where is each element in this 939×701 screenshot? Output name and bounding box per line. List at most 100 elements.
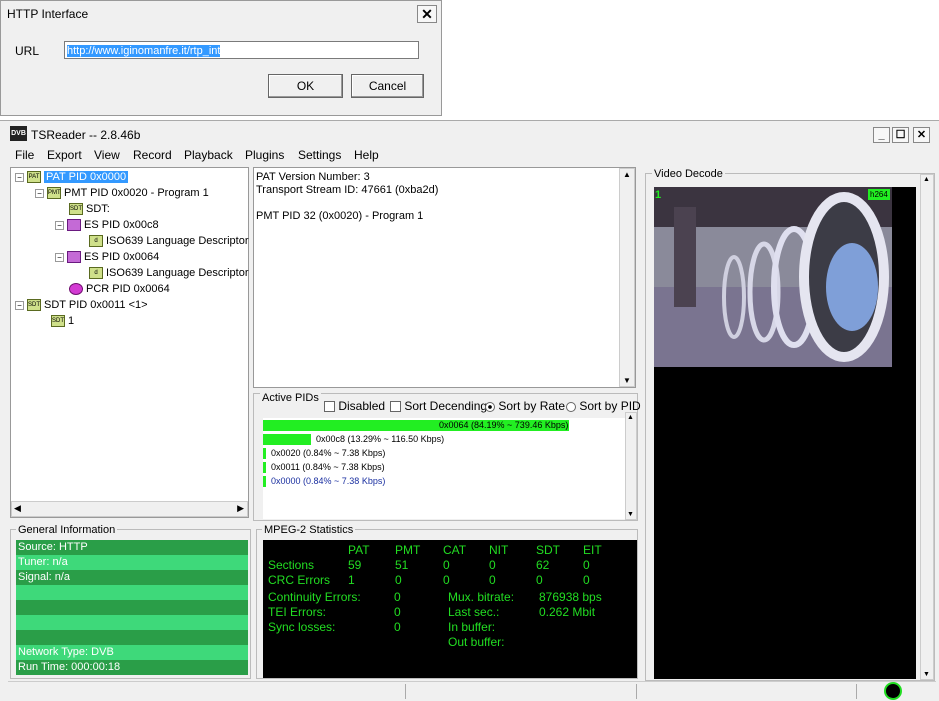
tree-label: PAT PID 0x0000 (44, 171, 129, 183)
sdt-icon: SDT (69, 203, 83, 216)
scroll-right-icon[interactable]: ▶ (237, 503, 244, 514)
mux-value: 876938 bps (539, 590, 602, 604)
sort-by-pid-radio[interactable]: Sort by PID (566, 399, 641, 413)
mux-label: Mux. bitrate: (448, 590, 515, 604)
scroll-down-icon[interactable]: ▼ (923, 671, 930, 678)
tei-value: 0 (394, 605, 401, 619)
video-area: 1 h264 (654, 187, 916, 679)
scroll-down-icon[interactable]: ▼ (623, 376, 631, 385)
crc-pat: 1 (348, 573, 355, 587)
pid-rate-0064: 0x0064 (84.19% ~ 739.46 Kbps) (439, 420, 569, 430)
tree-item-es-video[interactable]: − ES PID 0x00c8 (55, 219, 159, 232)
sort-descending-label: Sort Decending (404, 399, 488, 413)
blank-row (16, 615, 248, 630)
tree-item-pat[interactable]: − PAT PAT PID 0x0000 (15, 171, 129, 184)
cancel-button[interactable]: Cancel (351, 74, 424, 98)
pid-rate-0011: 0x0011 (0.84% ~ 7.38 Kbps) (271, 462, 385, 472)
crc-nit: 0 (489, 573, 496, 587)
source-row: Source: HTTP (16, 540, 248, 555)
disabled-checkbox[interactable]: Disabled (324, 399, 385, 413)
col-pmt: PMT (395, 543, 421, 557)
descriptor-icon: d (89, 267, 103, 280)
scroll-up-icon[interactable]: ▲ (923, 176, 930, 183)
maximize-button[interactable]: ☐ (892, 127, 909, 143)
menu-record[interactable]: Record (133, 148, 172, 162)
pid-bar-0020 (263, 448, 266, 459)
collapse-icon[interactable]: − (55, 252, 64, 262)
pid-rate-0020: 0x0020 (0.84% ~ 7.38 Kbps) (271, 448, 386, 458)
window-title: TSReader -- 2.8.46b (31, 128, 141, 142)
tree-label: SDT: (86, 203, 110, 215)
collapse-icon[interactable]: − (35, 188, 44, 198)
tree-item-pmt[interactable]: − PMT PMT PID 0x0020 - Program 1 (35, 187, 209, 200)
tree-label: ISO639 Language Descriptor (106, 235, 249, 247)
tree-item-sdt[interactable]: SDT SDT: (69, 203, 110, 216)
tree-item-service[interactable]: SDT 1 (51, 315, 74, 328)
sdt-icon: SDT (27, 299, 41, 312)
video-v-scrollbar[interactable]: ▲ ▼ (920, 174, 934, 680)
in-buffer-label: In buffer: (448, 620, 496, 634)
continuity-value: 0 (394, 590, 401, 604)
pmt-pid-info: PMT PID 32 (0x0020) - Program 1 (256, 210, 424, 222)
radiation-icon (884, 682, 902, 700)
tree-item-sdt-pid[interactable]: − SDT SDT PID 0x0011 <1> (15, 299, 148, 312)
tree-item-descriptor[interactable]: d ISO639 Language Descriptor (89, 267, 248, 280)
checkbox-icon (390, 401, 401, 413)
pid-rate-00c8: 0x00c8 (13.29% ~ 116.50 Kbps) (316, 434, 445, 444)
menu-help[interactable]: Help (354, 148, 379, 162)
pmt-icon: PMT (47, 187, 61, 200)
col-pat: PAT (348, 543, 370, 557)
collapse-icon[interactable]: − (15, 300, 24, 310)
dialog-close-button[interactable]: ✕ (417, 5, 437, 23)
video-decode-group: Video Decode 1 h264 ▲ ▼ (645, 168, 935, 681)
collapse-icon[interactable]: − (15, 172, 24, 182)
sort-descending-checkbox[interactable]: Sort Decending (390, 399, 487, 413)
tree-item-descriptor[interactable]: d ISO639 Language Descriptor (89, 235, 249, 248)
col-nit: NIT (489, 543, 509, 557)
details-panel[interactable]: PAT Version Number: 3 Transport Stream I… (253, 167, 636, 388)
menu-file[interactable]: File (15, 148, 34, 162)
url-value: http://www.iginomanfre.it/rtp_int (67, 45, 221, 57)
pid-tree[interactable]: − PAT PAT PID 0x0000 − PMT PMT PID 0x0020 - … (10, 167, 249, 518)
scroll-up-icon[interactable]: ▲ (627, 414, 634, 421)
continuity-label: Continuity Errors: (268, 590, 361, 604)
scroll-down-icon[interactable]: ▼ (627, 511, 634, 518)
menu-export[interactable]: Export (47, 148, 82, 162)
menu-view[interactable]: View (94, 148, 120, 162)
codec-badge: h264 (868, 189, 890, 200)
tree-h-scrollbar[interactable]: ◀ ▶ (11, 501, 248, 517)
ok-button[interactable]: OK (268, 74, 343, 98)
sections-pat: 59 (348, 558, 362, 572)
sections-pmt: 51 (395, 558, 409, 572)
pid-bar-00c8 (263, 434, 311, 445)
mpeg2-stats-group: MPEG-2 Statistics PAT PMT CAT NIT SDT EI… (256, 524, 638, 679)
collapse-icon[interactable]: − (55, 220, 64, 230)
tree-item-pcr[interactable]: PCR PID 0x0064 (69, 283, 170, 296)
url-label: URL (15, 44, 40, 58)
menu-playback[interactable]: Playback (184, 148, 233, 162)
sort-by-rate-radio[interactable]: Sort by Rate (485, 399, 565, 413)
details-v-scrollbar[interactable]: ▲ ▼ (619, 168, 635, 387)
tree-item-es-audio[interactable]: − ES PID 0x0064 (55, 251, 159, 264)
tree-label: PMT PID 0x0020 - Program 1 (64, 187, 209, 199)
scroll-left-icon[interactable]: ◀ (14, 503, 21, 514)
url-input[interactable]: http://www.iginomanfre.it/rtp_int (64, 41, 419, 59)
sort-by-rate-label: Sort by Rate (498, 399, 566, 413)
crc-eit: 0 (583, 573, 590, 587)
tree-label: PCR PID 0x0064 (86, 283, 170, 295)
crc-pmt: 0 (395, 573, 402, 587)
sync-label: Sync losses: (268, 620, 336, 634)
close-button[interactable]: ✕ (913, 127, 930, 143)
out-buffer-label: Out buffer: (448, 635, 505, 649)
col-eit: EIT (583, 543, 602, 557)
scroll-up-icon[interactable]: ▲ (623, 170, 631, 179)
menu-settings[interactable]: Settings (298, 148, 341, 162)
blank-row (16, 585, 248, 600)
general-info-list: Source: HTTP Tuner: n/a Signal: n/a Netw… (16, 540, 249, 678)
frame-number: 1 (655, 189, 662, 201)
pid-rate-list[interactable]: 0x0064 (84.19% ~ 739.46 Kbps) 0x00c8 (13… (263, 418, 629, 519)
menu-plugins[interactable]: Plugins (245, 148, 284, 162)
pid-bar-0011 (263, 462, 266, 473)
pids-v-scrollbar[interactable]: ▲ ▼ (625, 412, 637, 520)
minimize-button[interactable]: _ (873, 127, 890, 143)
